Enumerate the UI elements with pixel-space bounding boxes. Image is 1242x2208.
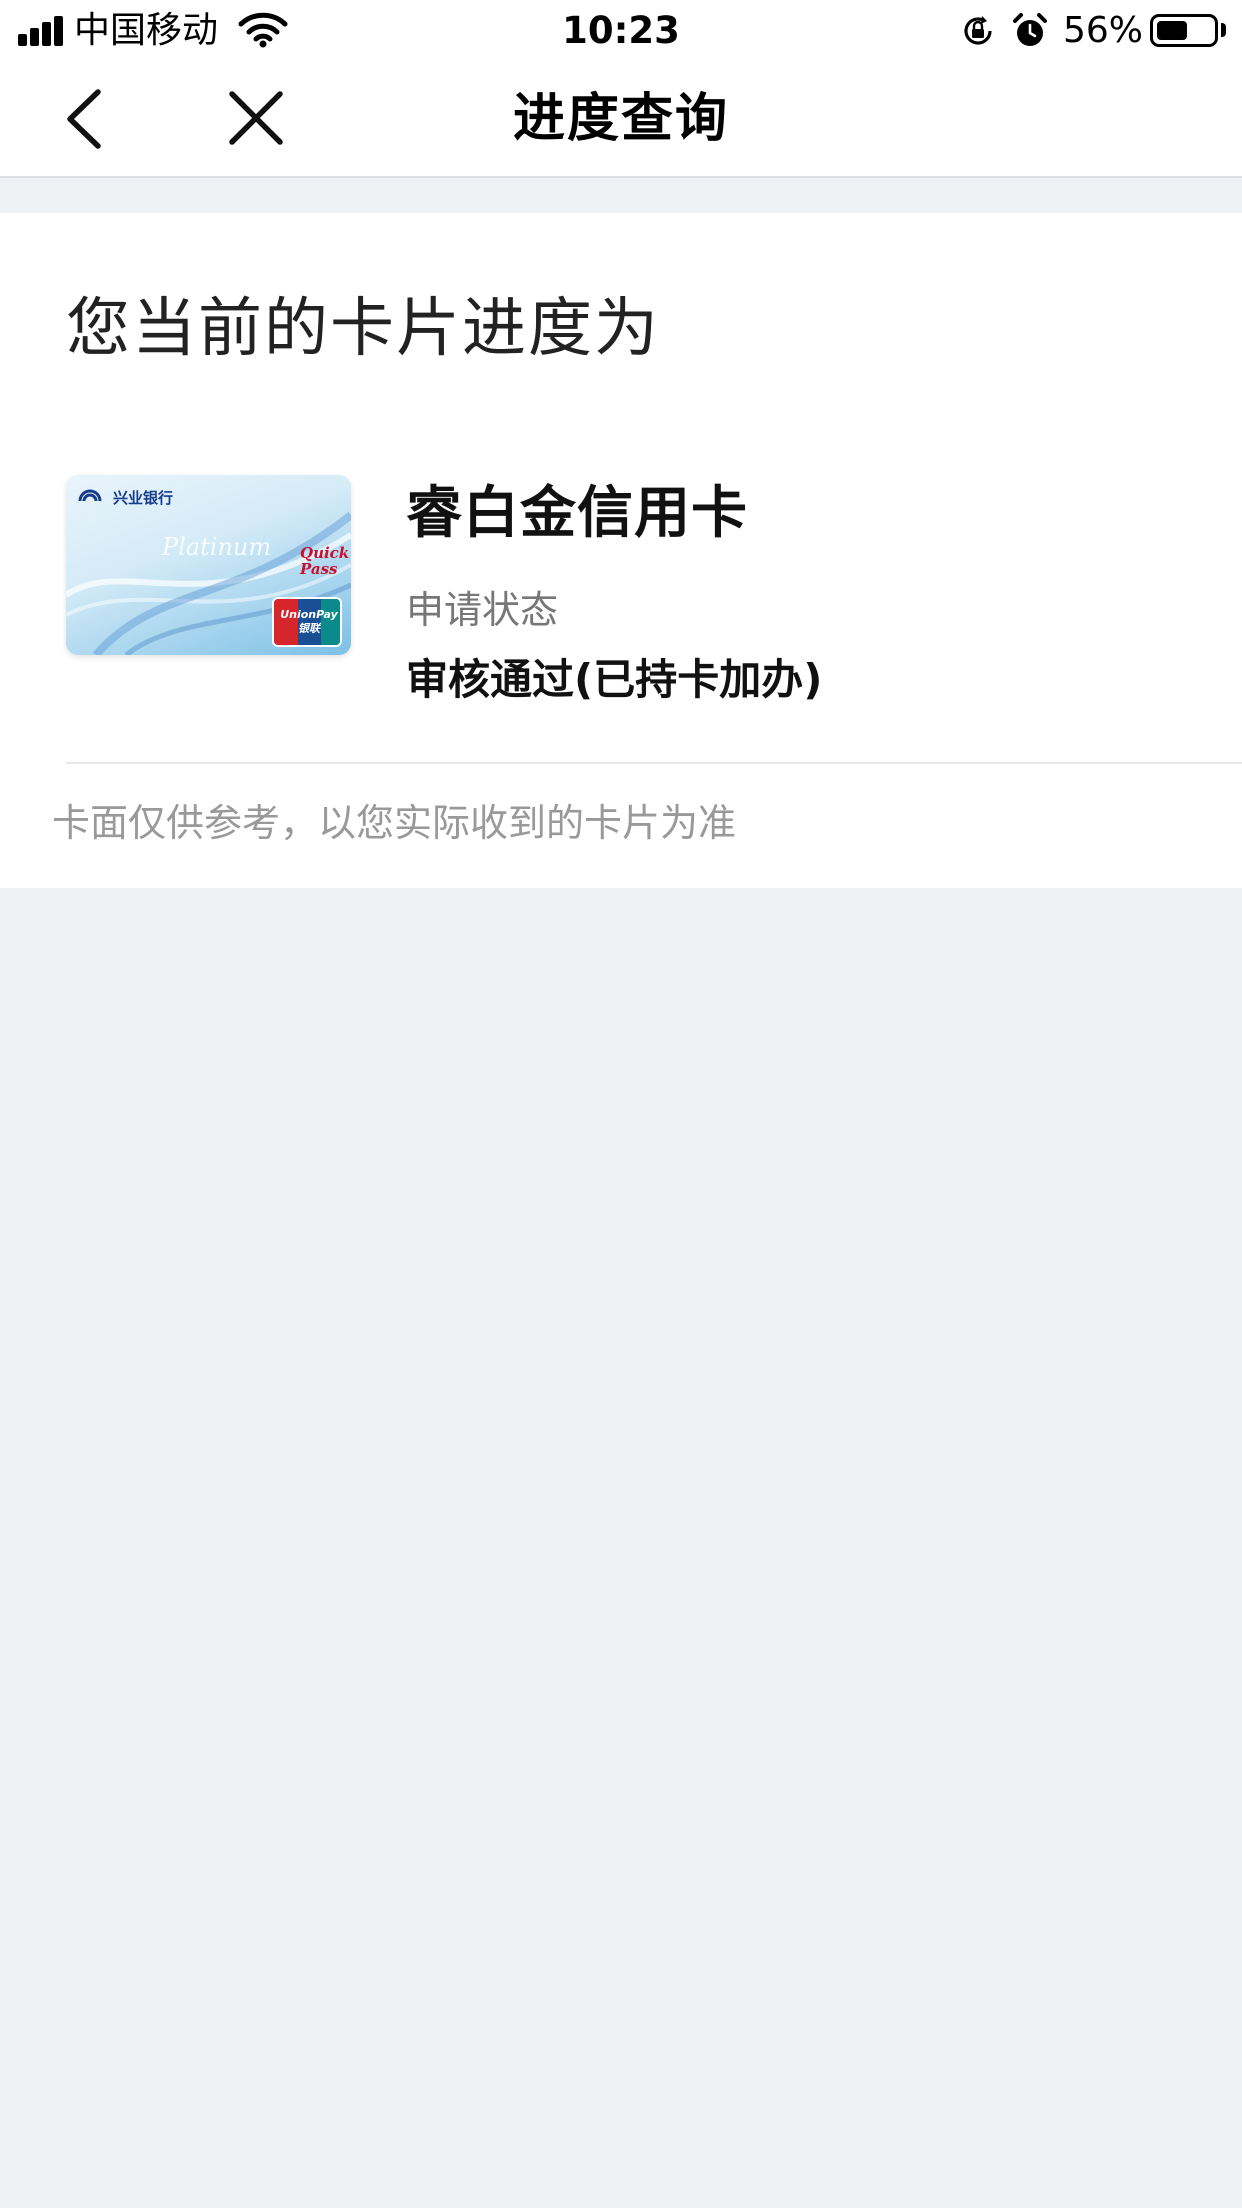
battery-tip [1221, 23, 1226, 37]
divider [66, 762, 1242, 764]
unionpay-text: UnionPay 银联 [280, 608, 338, 635]
nav-bar: 进度查询 [0, 62, 1242, 178]
battery-icon [1150, 14, 1218, 47]
alarm-icon [1013, 13, 1047, 46]
status-bar: 中国移动 10:23 56% [0, 0, 1242, 62]
progress-query-page: 中国移动 10:23 56% 进度查询 您当前的卡片进度为 兴业银行 Plati… [0, 0, 1242, 2208]
progress-heading: 您当前的卡片进度为 [66, 292, 660, 366]
rotation-lock-icon [964, 16, 992, 45]
card-name: 睿白金信用卡 [406, 481, 748, 546]
battery-level-fill [1157, 21, 1187, 40]
page-title: 进度查询 [512, 89, 729, 149]
quickpass-logo: Quick Pass [300, 544, 350, 578]
card-bank-name: 兴业银行 [113, 489, 174, 507]
clock-time: 10:23 [562, 9, 680, 52]
card-platinum-text: Platinum [162, 533, 272, 561]
card-disclaimer: 卡面仅供参考，以您实际收到的卡片为准 [52, 801, 737, 845]
application-status-label: 申请状态 [406, 588, 559, 632]
application-status-value: 审核通过(已持卡加办) [406, 655, 823, 704]
unionpay-logo: UnionPay 银联 [272, 597, 342, 647]
progress-card: 您当前的卡片进度为 兴业银行 Platinum Quick Pass Union… [0, 213, 1242, 888]
credit-card-image: 兴业银行 Platinum Quick Pass UnionPay 银联 [66, 475, 351, 655]
battery-percent: 56% [1063, 10, 1144, 51]
